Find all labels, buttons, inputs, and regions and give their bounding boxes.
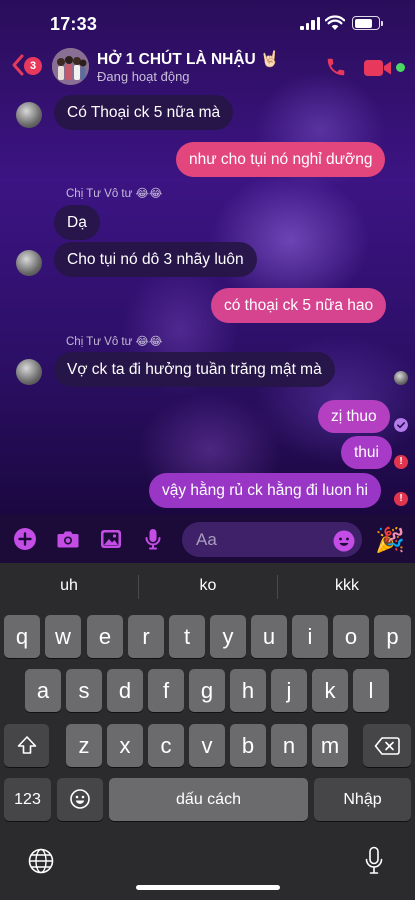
send-failed-icon[interactable]: ! xyxy=(394,492,408,506)
sender-avatar[interactable] xyxy=(16,102,42,128)
wifi-icon xyxy=(325,15,345,30)
suggestion-item[interactable]: ko xyxy=(139,577,277,595)
key[interactable]: d xyxy=(107,669,143,712)
online-indicator xyxy=(396,63,405,72)
key[interactable]: h xyxy=(230,669,266,712)
home-indicator[interactable] xyxy=(136,885,280,890)
suggestion-item[interactable]: uh xyxy=(0,577,138,595)
key[interactable]: c xyxy=(148,724,184,767)
key[interactable]: n xyxy=(271,724,307,767)
microphone-icon[interactable] xyxy=(141,527,165,551)
key[interactable]: s xyxy=(66,669,102,712)
key[interactable]: q xyxy=(4,615,40,658)
incoming-message[interactable]: Cho tụi nó dô 3 nhãy luôn xyxy=(54,242,257,277)
key[interactable]: j xyxy=(271,669,307,712)
sender-name: Chị Tư Vô tư 😂😂 xyxy=(66,336,163,348)
outgoing-message[interactable]: như cho tụi nó nghỉ dưỡng xyxy=(176,142,386,177)
phone-icon[interactable] xyxy=(325,56,347,78)
status-time: 17:33 xyxy=(50,14,98,34)
camera-icon[interactable] xyxy=(56,527,80,551)
backspace-key[interactable] xyxy=(363,724,411,767)
space-key[interactable]: dấu cách xyxy=(109,778,308,821)
key[interactable]: p xyxy=(374,615,411,658)
return-key[interactable]: Nhập xyxy=(314,778,411,821)
key[interactable]: z xyxy=(66,724,102,767)
read-receipt-avatar xyxy=(394,371,408,385)
cellular-signal-icon xyxy=(300,17,320,30)
sent-check-icon xyxy=(394,418,408,432)
incoming-message[interactable]: Vợ ck ta đi hưởng tuần trăng mật mà xyxy=(54,352,335,387)
video-camera-icon[interactable] xyxy=(363,58,393,78)
battery-icon xyxy=(352,16,383,30)
image-icon[interactable] xyxy=(99,527,123,551)
key[interactable]: b xyxy=(230,724,266,767)
dictation-microphone-icon[interactable] xyxy=(364,846,384,876)
sender-name: Chị Tư Vô tư 😂😂 xyxy=(66,188,163,200)
unread-count-badge[interactable]: 3 xyxy=(24,57,42,75)
key[interactable]: w xyxy=(45,615,81,658)
numbers-key[interactable]: 123 xyxy=(4,778,51,821)
suggestion-item[interactable]: kkk xyxy=(278,577,415,595)
active-status: Đang hoạt động xyxy=(97,69,190,84)
sender-avatar[interactable] xyxy=(16,250,42,276)
key[interactable]: a xyxy=(25,669,61,712)
key[interactable]: m xyxy=(312,724,348,767)
key[interactable]: l xyxy=(353,669,389,712)
incoming-message[interactable]: Có Thoại ck 5 nữa mà xyxy=(54,95,234,130)
shift-key[interactable] xyxy=(4,724,49,767)
chat-title[interactable]: HỞ 1 CHÚT LÀ NHẬU 🤘🏻 xyxy=(97,50,279,69)
shift-arrow-icon xyxy=(17,736,36,754)
chat-header: 3 HỞ 1 CHÚT LÀ NHẬU 🤘🏻 Đang hoạt động xyxy=(0,46,415,91)
key[interactable]: g xyxy=(189,669,225,712)
key[interactable]: u xyxy=(251,615,287,658)
outgoing-message[interactable]: có thoại ck 5 nữa hao xyxy=(211,288,387,323)
key[interactable]: t xyxy=(169,615,205,658)
key[interactable]: i xyxy=(292,615,328,658)
suggestion-bar: uh ko kkk xyxy=(0,563,415,611)
key[interactable]: y xyxy=(210,615,246,658)
key[interactable]: o xyxy=(333,615,369,658)
emoji-icon xyxy=(70,789,90,809)
battery-level xyxy=(354,18,372,28)
party-popper-icon[interactable]: 🎉 xyxy=(375,527,405,555)
emoji-icon[interactable] xyxy=(333,530,355,552)
backspace-icon xyxy=(374,737,400,755)
globe-icon[interactable] xyxy=(28,848,54,874)
key[interactable]: e xyxy=(87,615,123,658)
message-composer: 🎉 xyxy=(0,515,415,563)
outgoing-message[interactable]: zị thuo xyxy=(318,400,390,433)
plus-icon[interactable] xyxy=(13,527,37,551)
incoming-message[interactable]: Dạ xyxy=(54,205,100,240)
key[interactable]: v xyxy=(189,724,225,767)
key[interactable]: f xyxy=(148,669,184,712)
send-failed-icon[interactable]: ! xyxy=(394,455,408,469)
emoji-key[interactable] xyxy=(57,778,103,821)
outgoing-message[interactable]: vậy hằng rủ ck hằng đi luon hi xyxy=(149,473,381,508)
keyboard: uh ko kkk q w e r t y u i o p a s d f g … xyxy=(0,563,415,900)
group-avatar[interactable] xyxy=(52,48,89,85)
status-bar: 17:33 xyxy=(0,0,415,46)
key[interactable]: r xyxy=(128,615,164,658)
sender-avatar[interactable] xyxy=(16,359,42,385)
outgoing-message[interactable]: thui xyxy=(341,436,392,469)
key[interactable]: x xyxy=(107,724,143,767)
key[interactable]: k xyxy=(312,669,348,712)
